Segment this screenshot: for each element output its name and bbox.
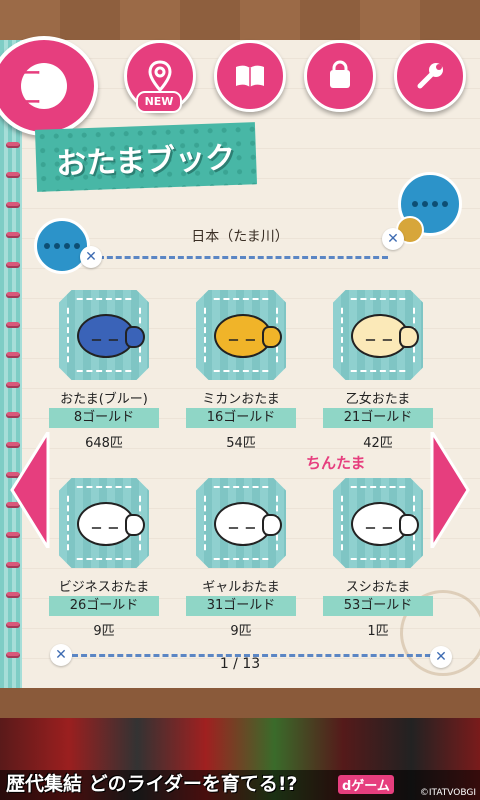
card-name: ミカンおたま — [202, 392, 280, 407]
binder-ring — [6, 292, 20, 298]
otama-card[interactable]: ー ー — [59, 290, 149, 380]
binder-ring — [6, 562, 20, 568]
card-name: スシおたま — [345, 580, 411, 595]
otama-character-icon: ー ー — [77, 314, 145, 358]
handwritten-annotation: ちんたま — [306, 454, 366, 472]
binder-ring — [6, 172, 20, 178]
binder-ring — [6, 262, 20, 268]
binder-ring — [6, 412, 20, 418]
pin-icon: ✕ — [382, 228, 404, 250]
otama-character-icon: ー ー — [214, 314, 282, 358]
banner-copyright: ©ITATVOBGI — [419, 788, 476, 798]
shop-button[interactable] — [304, 40, 376, 112]
card-count: 54匹 — [226, 436, 256, 451]
otama-card[interactable]: ー ー — [333, 478, 423, 568]
card-price: 26ゴールド — [49, 596, 159, 616]
card-name: おたま(ブルー) — [60, 392, 148, 407]
card-price: 8ゴールド — [49, 408, 159, 428]
card-count: 42匹 — [363, 436, 393, 451]
stitch-line-top — [98, 256, 388, 259]
card-name: 乙女おたま — [345, 392, 411, 407]
card-count: 1匹 — [367, 624, 389, 639]
card-count: 9匹 — [93, 624, 115, 639]
wrench-icon — [417, 63, 443, 89]
binder-ring — [6, 592, 20, 598]
wood-header — [0, 0, 480, 40]
prev-page-arrow[interactable] — [10, 426, 50, 554]
otama-card[interactable]: ー ー — [196, 478, 286, 568]
region-label: 日本（たま川） — [191, 229, 289, 245]
binder-ring — [6, 202, 20, 208]
otama-face-icon: ー ー — [21, 61, 67, 114]
binder-ring — [6, 352, 20, 358]
card-name: ギャルおたま — [202, 580, 280, 595]
new-badge: NEW — [136, 91, 182, 113]
bag-icon — [330, 60, 350, 88]
next-page-arrow[interactable] — [430, 426, 470, 554]
otama-character-icon: ー ー — [351, 502, 419, 546]
arrow-right-icon — [430, 426, 470, 554]
card-price: 53ゴールド — [323, 596, 433, 616]
dgame-logo: dゲーム — [338, 775, 394, 794]
book-button[interactable] — [214, 40, 286, 112]
map-pin-icon — [148, 60, 172, 93]
notebook-spine — [0, 40, 22, 688]
otama-card[interactable]: ー ー — [59, 478, 149, 568]
page-title: おたまブック — [55, 140, 236, 183]
card-count: 648匹 — [85, 436, 123, 451]
binder-ring — [6, 382, 20, 388]
ad-banner[interactable]: 歴代集結 どのライダーを育てる!? dゲーム ©ITATVOBGI — [0, 718, 480, 800]
otama-character-icon: ー ー — [351, 314, 419, 358]
otama-card[interactable]: ー ー — [333, 290, 423, 380]
settings-button[interactable] — [394, 40, 466, 112]
arrow-left-icon — [10, 426, 50, 554]
binder-ring — [6, 142, 20, 148]
card-name: ビジネスおたま — [58, 580, 150, 595]
book-icon — [236, 65, 264, 87]
page-indicator: 1 / 13 — [219, 656, 261, 672]
card-count: 9匹 — [230, 624, 252, 639]
binder-ring — [6, 622, 20, 628]
card-price: 31ゴールド — [186, 596, 296, 616]
card-price: 21ゴールド — [323, 408, 433, 428]
otama-card[interactable]: ー ー — [196, 290, 286, 380]
otama-character-icon: ー ー — [77, 502, 145, 546]
card-price: 16ゴールド — [186, 408, 296, 428]
binder-ring — [6, 322, 20, 328]
banner-text: 歴代集結 どのライダーを育てる!? — [6, 773, 298, 795]
otama-character-icon: ー ー — [214, 502, 282, 546]
pin-icon: ✕ — [80, 246, 102, 268]
logo-face-text: ー ー — [21, 61, 41, 114]
